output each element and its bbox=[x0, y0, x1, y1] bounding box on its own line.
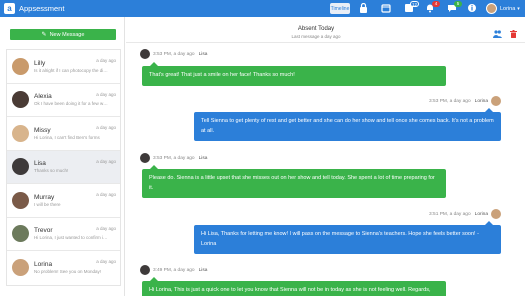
contact-time: a day ago bbox=[96, 158, 116, 164]
avatar bbox=[140, 265, 150, 275]
chat-title: Absent Today bbox=[297, 26, 335, 32]
contact-time: a day ago bbox=[96, 225, 116, 231]
contact-time: a day ago bbox=[96, 125, 116, 130]
message-meta: 3:53 PM, a day ago Lisa bbox=[140, 49, 207, 59]
message-meta: 3:53 PM, a day ago Lisa bbox=[140, 153, 207, 163]
timeline-button[interactable]: Timeline bbox=[330, 3, 350, 14]
message-sender: Lisa bbox=[198, 155, 208, 161]
message-text: Hi Lisa, Thanks for letting me know! I w… bbox=[201, 231, 479, 247]
user-menu[interactable]: Lorina ▾ bbox=[486, 2, 520, 15]
contact-item-lorina[interactable]: Lorina No problem! See you on Monday! a … bbox=[7, 251, 120, 285]
top-navigation-bar: a Appsessment Timeline 12 4 5 Lorina ▾ bbox=[0, 0, 525, 17]
message-meta: 3:51 PM, a day ago Lorina bbox=[429, 209, 501, 219]
contact-preview: Hi Lorina, I just wanted to confirm if w… bbox=[34, 235, 108, 241]
user-name: Lorina bbox=[500, 5, 516, 12]
message-bubble-incoming: Hi Lorina, This is just a quick one to l… bbox=[142, 277, 446, 296]
contact-item-missy[interactable]: Missy Hi Lorina, I can't find Ben's form… bbox=[7, 117, 120, 151]
trash-icon[interactable] bbox=[509, 30, 518, 39]
message-bubble-incoming: Please do. Sienna is a little upset that… bbox=[142, 165, 446, 198]
message-text: Please do. Sienna is a little upset that… bbox=[149, 175, 435, 191]
message-bubble-outgoing: Hi Lisa, Thanks for letting me know! I w… bbox=[194, 221, 501, 254]
message-time: 3:53 PM, a day ago bbox=[153, 155, 195, 161]
message-text: Tell Sienna to get plenty of rest and ge… bbox=[201, 118, 494, 134]
timeline-label: Timeline bbox=[330, 5, 350, 12]
avatar bbox=[140, 153, 150, 163]
new-message-label: New Message bbox=[49, 31, 85, 38]
edit-icon: ✎ bbox=[41, 32, 47, 38]
contact-time: a day ago bbox=[96, 58, 116, 63]
contact-time: a day ago bbox=[96, 259, 116, 264]
contact-preview: Thanks so much! bbox=[34, 168, 69, 174]
contact-time: a day ago bbox=[96, 91, 116, 97]
avatar bbox=[12, 124, 29, 142]
chevron-down-icon: ▾ bbox=[517, 5, 520, 12]
avatar bbox=[140, 49, 150, 59]
avatar bbox=[12, 191, 29, 209]
message-bubble-incoming: That's great! That just a smile on her f… bbox=[142, 62, 446, 86]
contact-list: Lilly Is it alright if I can photocopy t… bbox=[6, 49, 121, 286]
avatar bbox=[491, 96, 501, 106]
chat-subtitle: Last message a day ago bbox=[291, 34, 341, 39]
bell-icon[interactable]: 4 bbox=[424, 1, 440, 14]
contact-item-alexia[interactable]: Alexia Ok I have been doing it for a few… bbox=[7, 84, 120, 117]
message-sender: Lorina bbox=[474, 98, 488, 104]
message-text: That's great! That just a smile on her f… bbox=[149, 72, 295, 78]
message-time: 3:49 PM, a day ago bbox=[153, 267, 195, 273]
contact-preview: I will be there bbox=[34, 201, 61, 207]
avatar bbox=[491, 209, 501, 219]
contact-item-trevor[interactable]: Trevor Hi Lorina, I just wanted to confi… bbox=[7, 218, 120, 251]
contact-preview: Hi Lorina, I can't find Ben's forms bbox=[34, 134, 100, 140]
message-sender: Lisa bbox=[198, 267, 208, 273]
chat-header: Absent Today Last message a day ago bbox=[126, 17, 525, 43]
message-sender: Lorina bbox=[474, 211, 488, 217]
chat-icon[interactable]: 5 bbox=[446, 1, 462, 14]
group-icon[interactable] bbox=[493, 30, 502, 39]
lock-icon[interactable] bbox=[358, 2, 369, 14]
avatar bbox=[12, 158, 29, 176]
avatar bbox=[12, 259, 29, 277]
app-name: Appsessment bbox=[19, 4, 65, 13]
message-sender: Lisa bbox=[198, 51, 208, 57]
notifications-icon[interactable]: 12 bbox=[403, 1, 419, 14]
new-message-button[interactable]: ✎ New Message bbox=[10, 29, 116, 40]
brand[interactable]: a Appsessment bbox=[0, 0, 140, 17]
contact-item-lilly[interactable]: Lilly Is it alright if I can photocopy t… bbox=[7, 50, 120, 84]
info-icon[interactable] bbox=[466, 3, 477, 14]
avatar bbox=[12, 57, 29, 75]
badge-notifications-a: 12 bbox=[409, 1, 419, 7]
badge-notifications-b: 4 bbox=[432, 1, 440, 7]
avatar bbox=[12, 225, 29, 243]
avatar bbox=[12, 91, 29, 109]
user-avatar bbox=[486, 3, 497, 14]
contact-time: a day ago bbox=[96, 192, 116, 197]
badge-messages: 5 bbox=[454, 1, 462, 7]
contact-item-murray[interactable]: Murray I will be there a day ago bbox=[7, 184, 120, 218]
message-time: 3:51 PM, a day ago bbox=[429, 211, 471, 217]
app-logo: a bbox=[4, 3, 15, 14]
calendar-icon[interactable] bbox=[380, 3, 391, 14]
message-time: 3:53 PM, a day ago bbox=[153, 51, 195, 57]
conversation-sidebar: ✎ New Message Lilly Is it alright if I c… bbox=[0, 17, 125, 296]
message-time: 3:53 PM, a day ago bbox=[429, 98, 471, 104]
contact-preview: Is it alright if I can photocopy the dis… bbox=[34, 67, 108, 73]
message-thread: 3:53 PM, a day ago Lisa That's great! Th… bbox=[126, 44, 525, 296]
message-meta: 3:53 PM, a day ago Lorina bbox=[429, 96, 501, 106]
message-text: Hi Lorina, This is just a quick one to l… bbox=[149, 287, 431, 293]
message-bubble-outgoing: Tell Sienna to get plenty of rest and ge… bbox=[194, 108, 501, 141]
contact-preview: No problem! See you on Monday! bbox=[34, 269, 102, 275]
contact-item-lisa[interactable]: Lisa Thanks so much! a day ago bbox=[7, 150, 120, 184]
contact-preview: Ok I have been doing it for a few weeks.… bbox=[34, 101, 108, 107]
message-meta: 3:49 PM, a day ago Lisa bbox=[140, 265, 207, 275]
